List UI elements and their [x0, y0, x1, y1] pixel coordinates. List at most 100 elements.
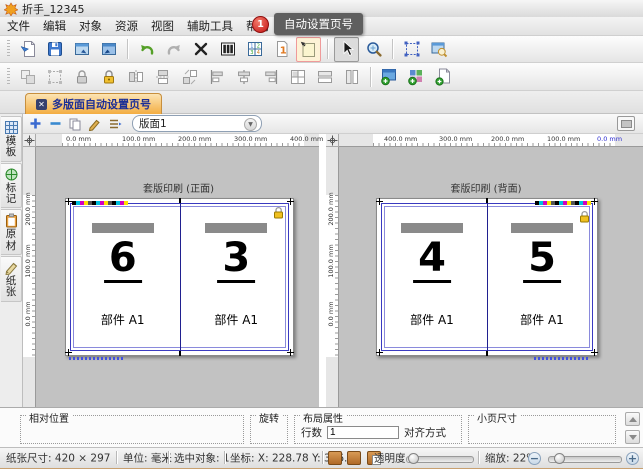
group-button[interactable]	[15, 64, 40, 89]
front-sheet[interactable]: 6 部件 A1 3 部件 A1	[65, 198, 294, 356]
view-mode-icon[interactable]	[328, 451, 342, 465]
preview-button[interactable]	[426, 37, 451, 62]
menu-item-resource[interactable]: 资源	[115, 18, 138, 34]
page-cell[interactable]: 4 部件 A1	[377, 199, 487, 355]
zoom-out-button[interactable]: −	[528, 452, 541, 465]
split-columns-button[interactable]	[339, 64, 364, 89]
view-mode-icon[interactable]	[347, 451, 361, 465]
page-number: 4	[413, 236, 451, 283]
ungroup-button[interactable]	[42, 64, 67, 89]
front-canvas[interactable]: 套版印刷 (正面)	[36, 147, 319, 407]
flip-horizontal-button[interactable]	[123, 64, 148, 89]
scroll-down-button[interactable]	[625, 430, 640, 444]
page-cell[interactable]: 6 部件 A1	[66, 199, 180, 355]
canvas-container: 0.0 mm 100.0 mm 200.0 mm 300.0 mm 400.0 …	[23, 134, 643, 407]
properties-panel: 相对位置 旋转 布局属性 行数 对齐方式 小页尺寸	[0, 407, 643, 447]
page-grid-button[interactable]: 1234	[242, 37, 267, 62]
delete-icon	[192, 40, 210, 58]
sidebar-tab-templates[interactable]: 模板	[1, 116, 22, 162]
tooltip: 自动设置页号	[274, 13, 363, 35]
add-layout-icon	[380, 67, 399, 86]
ungroup-icon	[46, 68, 64, 86]
menu-item-tools[interactable]: 辅助工具	[187, 18, 233, 34]
auto-page-number-button[interactable]	[296, 37, 321, 62]
split-panes-button[interactable]	[285, 64, 310, 89]
zoom-label: 缩放:	[485, 453, 510, 465]
page-cell[interactable]: 3 部件 A1	[180, 199, 294, 355]
page-content-bar	[511, 223, 573, 233]
unit: 单位: 毫米	[123, 451, 172, 466]
page-cell[interactable]: 5 部件 A1	[487, 199, 597, 355]
zoom-slider-thumb[interactable]	[554, 453, 565, 464]
fit-view-button[interactable]	[399, 37, 424, 62]
document-tab[interactable]: ✕ 多版面自动设置页号	[25, 93, 162, 114]
undo-button[interactable]	[134, 37, 159, 62]
remove-sheet-button[interactable]	[47, 116, 63, 131]
back-canvas[interactable]: 套版印刷 (背面)	[339, 147, 643, 407]
template-grid-icon	[4, 120, 19, 135]
new-document-button[interactable]	[15, 37, 40, 62]
zoom-slider[interactable]	[548, 456, 622, 463]
select-tool-button[interactable]	[334, 37, 359, 62]
redo-button[interactable]	[161, 37, 186, 62]
toolbar-separator	[127, 39, 128, 59]
align-center-button[interactable]	[231, 64, 256, 89]
tab-close-icon[interactable]: ✕	[36, 99, 47, 110]
back-sheet[interactable]: 4 部件 A1 5 部件 A1	[376, 198, 598, 356]
unlock-button[interactable]	[96, 64, 121, 89]
save-button[interactable]	[42, 37, 67, 62]
ruler-origin-button[interactable]	[326, 134, 339, 147]
status-separator	[478, 451, 479, 464]
collapse-panel-button[interactable]	[617, 116, 635, 131]
flip-vertical-button[interactable]	[150, 64, 175, 89]
add-page-button[interactable]	[431, 64, 456, 89]
import-layout-button[interactable]	[69, 37, 94, 62]
ruler-origin-button[interactable]	[23, 134, 36, 147]
vertical-ruler: 200.0 mm 100.0 mm 0.0 mm	[326, 147, 339, 407]
align-left-button[interactable]	[204, 64, 229, 89]
sidebar-tab-marks[interactable]: 标记	[1, 163, 22, 209]
page-number-button[interactable]: 1	[269, 37, 294, 62]
zoom-tool-icon	[365, 40, 383, 58]
opacity-slider[interactable]	[406, 456, 474, 463]
columns-button[interactable]	[215, 37, 240, 62]
sheet-title: 套版印刷 (背面)	[376, 180, 596, 195]
auto-page-number-icon	[299, 40, 318, 59]
lock-button[interactable]	[69, 64, 94, 89]
split-rows-icon	[316, 68, 334, 86]
layout-select[interactable]: 版面1 ▼	[132, 115, 262, 132]
rows-input[interactable]	[327, 426, 399, 439]
copy-sheet-button[interactable]	[67, 116, 83, 131]
document-tab-label: 多版面自动设置页号	[52, 96, 151, 112]
menu-item-file[interactable]: 文件	[7, 18, 30, 34]
add-layout-button[interactable]	[377, 64, 402, 89]
delete-button[interactable]	[188, 37, 213, 62]
sheet-list-button[interactable]	[107, 116, 123, 131]
align-right-button[interactable]	[258, 64, 283, 89]
sidebar-tab-materials[interactable]: 原材	[1, 209, 22, 255]
menu-item-object[interactable]: 对象	[79, 18, 102, 34]
flip-diagonal-button[interactable]	[177, 64, 202, 89]
sidebar-tab-label: 纸张	[5, 276, 17, 299]
zoom-tool-button[interactable]	[361, 37, 386, 62]
export-layout-button[interactable]	[96, 37, 121, 62]
toolbar-grip[interactable]	[7, 68, 10, 86]
part-label: 部件 A1	[487, 311, 597, 328]
split-rows-button[interactable]	[312, 64, 337, 89]
ruler-label: 100.0 mm	[327, 241, 335, 281]
sidebar-tab-paper[interactable]: 纸张	[1, 256, 22, 302]
chevron-down-icon[interactable]: ▼	[244, 118, 257, 131]
scroll-up-button[interactable]	[625, 412, 640, 426]
status-separator	[322, 451, 323, 464]
menu-item-view[interactable]: 视图	[151, 18, 174, 34]
sheet-title: 套版印刷 (正面)	[65, 180, 292, 195]
toolbar-separator	[392, 39, 393, 59]
ruler-label: 200.0 mm	[491, 135, 524, 143]
add-sheet-button[interactable]	[27, 116, 43, 131]
add-palette-button[interactable]	[404, 64, 429, 89]
edit-sheet-button[interactable]	[87, 116, 103, 131]
toolbar-grip[interactable]	[7, 40, 10, 58]
opacity-slider-thumb[interactable]	[408, 453, 419, 464]
zoom-in-button[interactable]: +	[626, 452, 639, 465]
menu-item-edit[interactable]: 编辑	[43, 18, 66, 34]
